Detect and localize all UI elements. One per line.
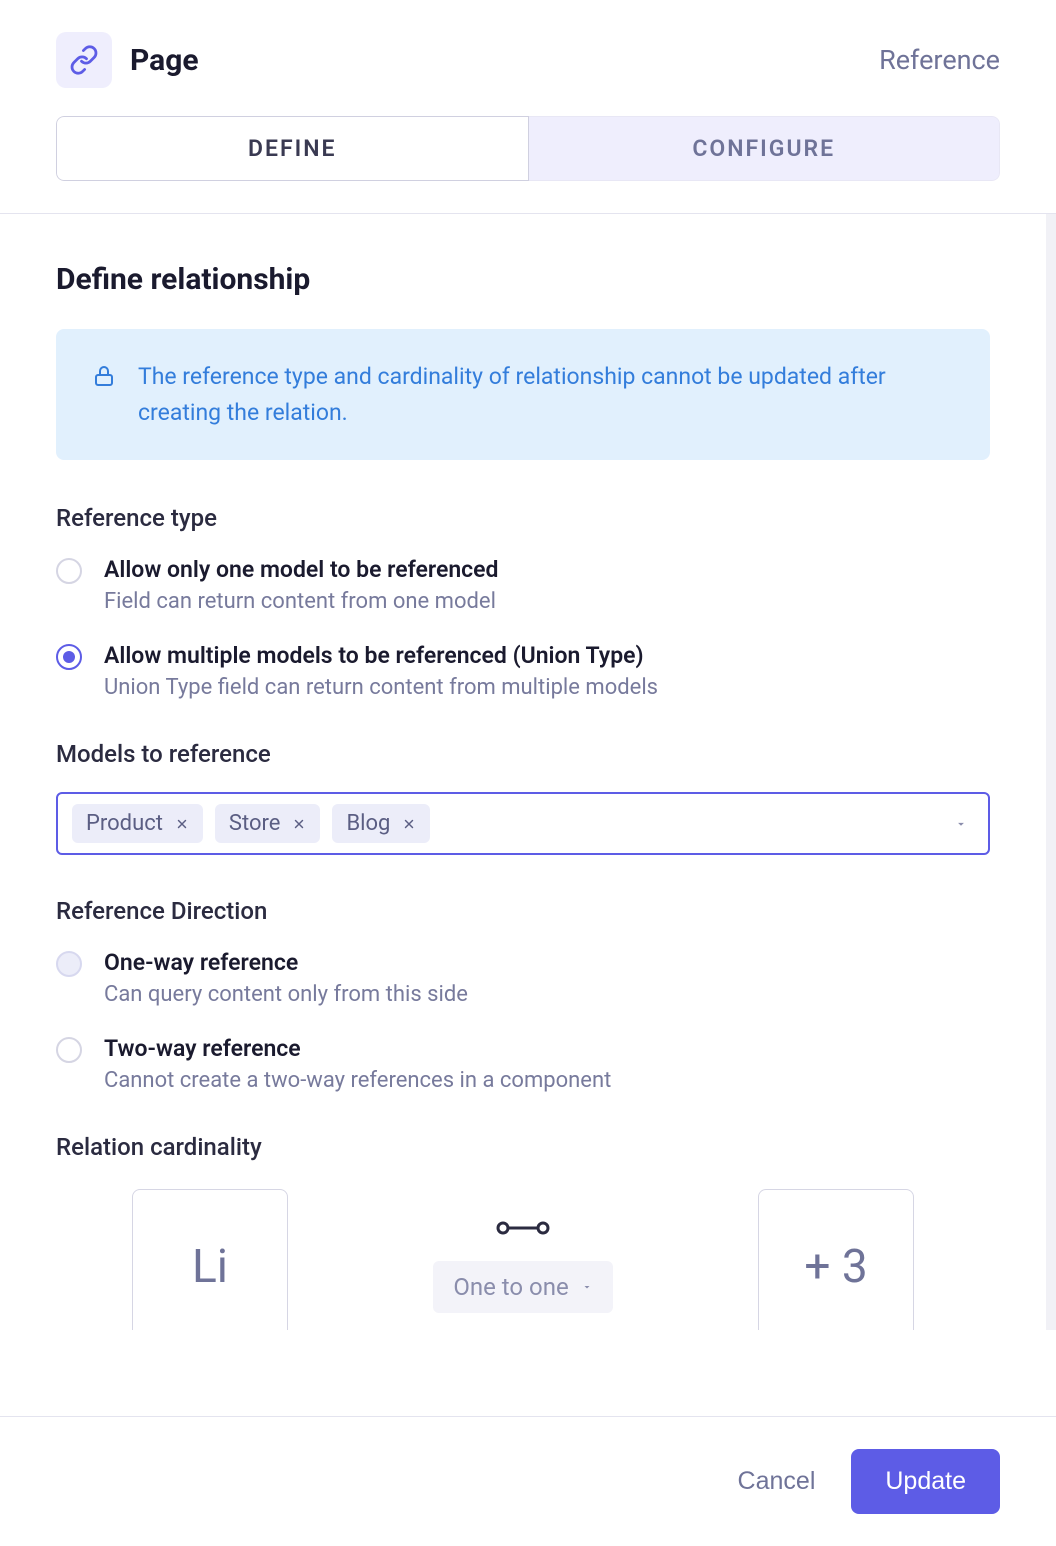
cardinality-center: One to one [433,1221,612,1313]
tab-define[interactable]: DEFINE [56,116,529,181]
header: Page Reference [0,0,1056,88]
reference-type-label: Reference type [56,504,990,532]
radio-title: Two-way reference [104,1035,990,1062]
radio-desc: Can query content only from this side [104,982,990,1007]
info-text: The reference type and cardinality of re… [138,359,954,430]
cancel-button[interactable]: Cancel [738,1467,816,1496]
link-icon [69,45,99,75]
radio-two-way[interactable]: Two-way reference Cannot create a two-wa… [56,1035,990,1093]
radio-title: One-way reference [104,949,990,976]
cardinality-label: Relation cardinality [56,1133,990,1161]
radio-icon [56,558,82,584]
page-title: Page [130,43,199,78]
close-icon[interactable] [292,817,306,831]
update-button[interactable]: Update [851,1449,1000,1514]
models-label: Models to reference [56,740,990,768]
radio-multiple-models[interactable]: Allow multiple models to be referenced (… [56,642,990,700]
direction-label: Reference Direction [56,897,990,925]
chip-label: Blog [346,811,390,836]
reference-type-label: Reference [879,44,1000,76]
chip-product: Product [72,804,203,843]
connector-icon [496,1221,550,1235]
content: Define relationship The reference type a… [0,214,1056,1330]
cardinality-row: Li One to one + 3 [56,1189,990,1330]
radio-desc: Union Type field can return content from… [104,675,990,700]
chevron-down-icon[interactable] [954,817,968,831]
close-icon[interactable] [402,817,416,831]
lock-icon [92,364,116,388]
radio-desc: Field can return content from one model [104,589,990,614]
cardinality-selector[interactable]: One to one [433,1261,612,1313]
reference-type-group: Allow only one model to be referenced Fi… [56,556,990,700]
chip-label: Store [229,811,281,836]
cardinality-value: One to one [453,1273,568,1301]
chip-label: Product [86,811,163,836]
chip-blog: Blog [332,804,430,843]
radio-one-way[interactable]: One-way reference Can query content only… [56,949,990,1007]
page-icon [56,32,112,88]
radio-icon [56,644,82,670]
models-multiselect[interactable]: Product Store Blog [56,792,990,855]
section-title: Define relationship [56,262,990,297]
close-icon[interactable] [175,817,189,831]
radio-icon [56,951,82,977]
header-left: Page [56,32,199,88]
direction-group: One-way reference Can query content only… [56,949,990,1093]
cardinality-right: + 3 [758,1189,914,1330]
chevron-down-icon [581,1281,593,1293]
chip-store: Store [215,804,321,843]
tabs: DEFINE CONFIGURE [56,116,1000,181]
info-box: The reference type and cardinality of re… [56,329,990,460]
tab-configure[interactable]: CONFIGURE [529,116,1001,181]
radio-one-model[interactable]: Allow only one model to be referenced Fi… [56,556,990,614]
radio-desc: Cannot create a two-way references in a … [104,1068,990,1093]
cardinality-left: Li [132,1189,288,1330]
radio-title: Allow only one model to be referenced [104,556,990,583]
footer: Cancel Update [0,1416,1056,1546]
radio-icon [56,1037,82,1063]
radio-title: Allow multiple models to be referenced (… [104,642,990,669]
